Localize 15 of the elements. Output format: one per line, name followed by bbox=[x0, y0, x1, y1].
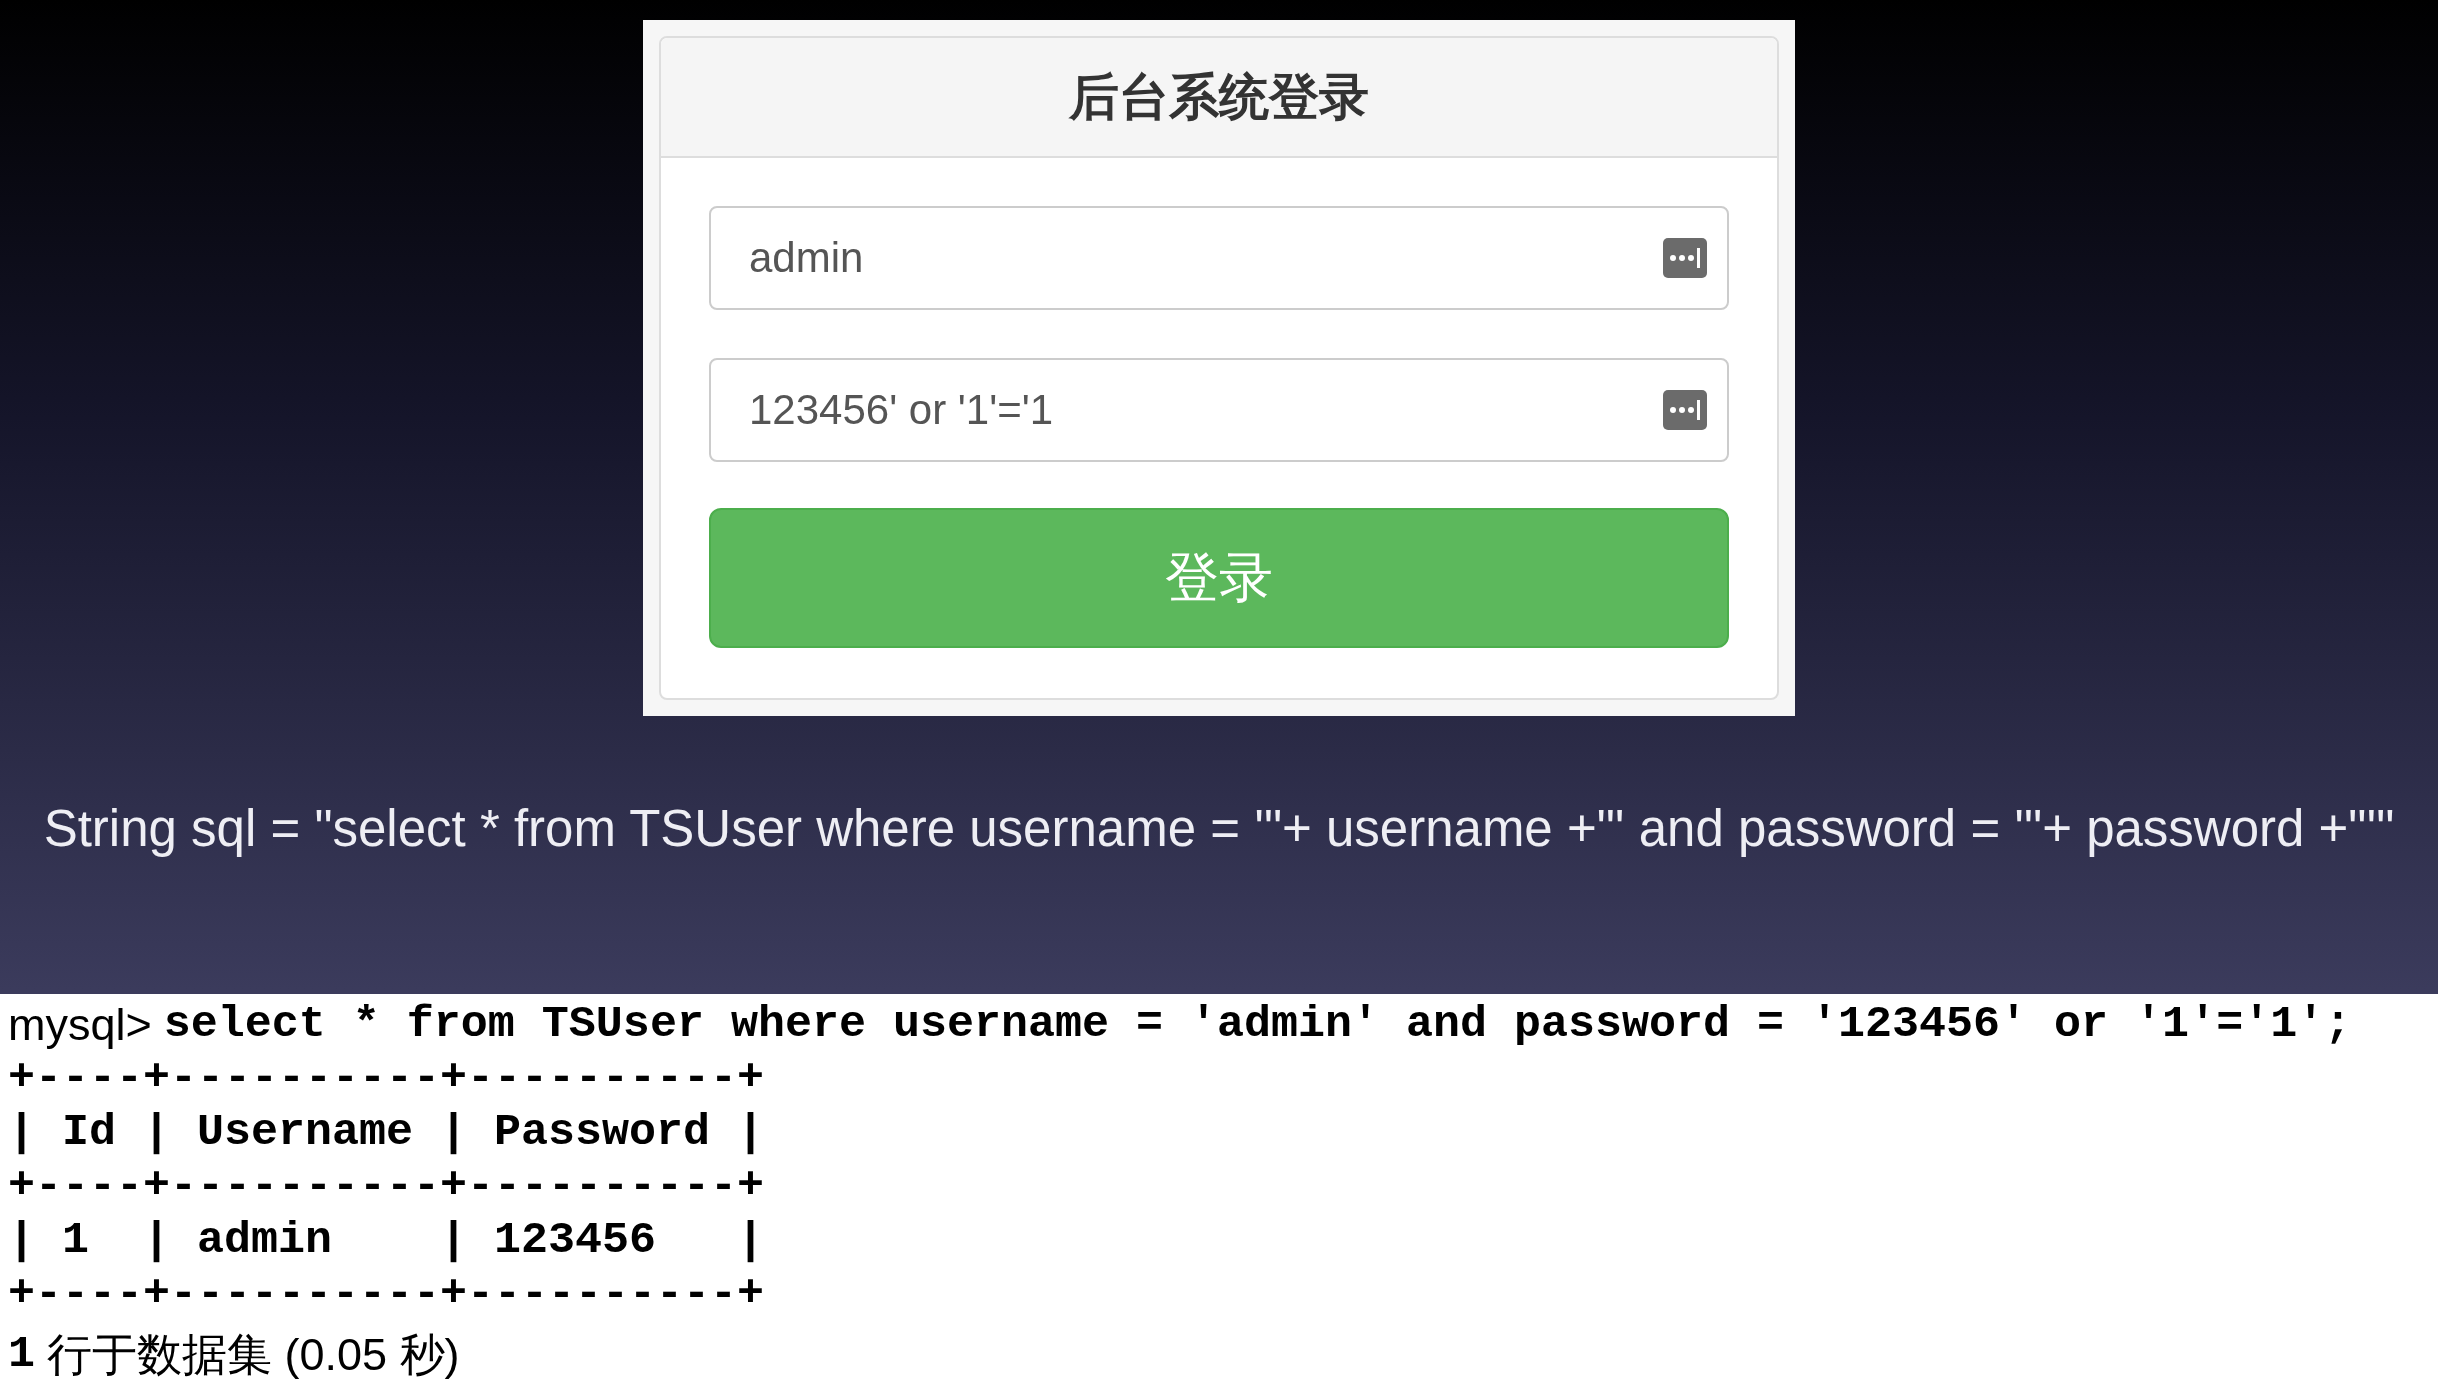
result-line: +----+----------+----------+ bbox=[8, 1268, 765, 1322]
result-line: | Id | Username | Password | bbox=[8, 1106, 765, 1160]
dots-icon[interactable] bbox=[1663, 238, 1707, 278]
result-line: +----+----------+----------+ bbox=[8, 1052, 765, 1106]
dots-icon[interactable] bbox=[1663, 390, 1707, 430]
input-field[interactable]: admin bbox=[709, 206, 1729, 310]
panel-title: 后台系统登录 bbox=[1069, 67, 1369, 127]
result-summary: 行于数据集 (0.05 秒) bbox=[47, 1328, 460, 1382]
terminal-prompt: mysql> bbox=[8, 998, 152, 1052]
code-caption: String sql = "select * from TSUser where username = '"+ username +"' and password = '"+ password +"'" bbox=[43, 798, 2395, 858]
input-field[interactable]: 123456' or '1'='1 bbox=[709, 358, 1729, 462]
result-line: | 1 | admin | 123456 | bbox=[8, 1214, 765, 1268]
row-count: 1 bbox=[8, 1328, 35, 1382]
result-line: +----+----------+----------+ bbox=[8, 1160, 765, 1214]
sql-query: select * from TSUser where username = 'admin' and password = '123456' or '1'='1'; bbox=[163, 998, 2352, 1052]
